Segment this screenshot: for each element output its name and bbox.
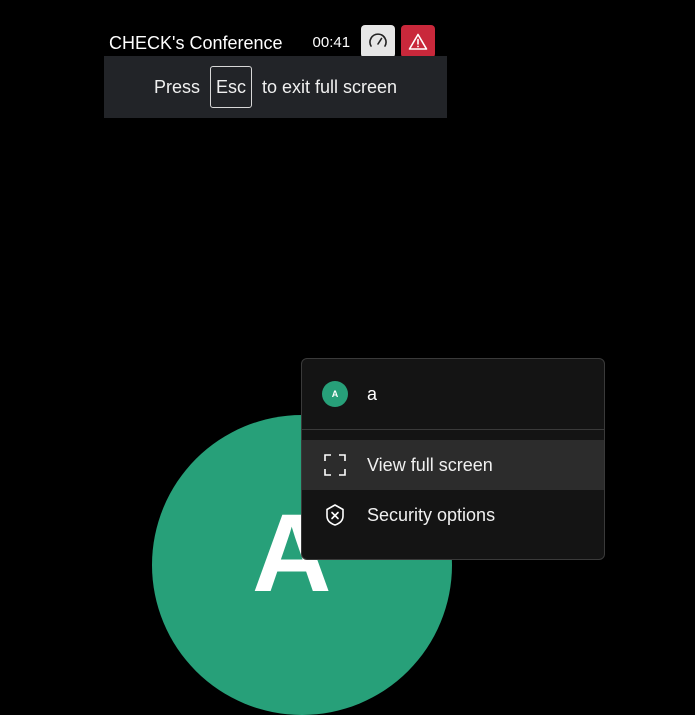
fullscreen-icon <box>322 452 348 478</box>
menu-participant-header: A a <box>302 359 604 430</box>
warning-button[interactable] <box>401 25 435 58</box>
menu-item-label: View full screen <box>367 454 493 475</box>
avatar: A <box>322 381 348 407</box>
warning-icon <box>408 33 428 50</box>
banner-text-exit: to exit full screen <box>261 76 398 97</box>
participant-name: a <box>367 383 378 404</box>
menu-item-label: Security options <box>367 504 496 525</box>
speedometer-icon <box>369 32 387 47</box>
esc-key-hint: Esc <box>209 66 252 108</box>
connection-indicator-button[interactable] <box>361 25 395 58</box>
exit-fullscreen-banner: Press Esc to exit full screen <box>104 56 447 118</box>
view-full-screen-menu-item[interactable]: View full screen <box>302 440 604 490</box>
conference-name: CHECK's Conference <box>109 33 283 53</box>
conference-timer: 00:41 <box>312 34 351 51</box>
shield-icon <box>322 502 348 528</box>
security-options-menu-item[interactable]: Security options <box>302 490 604 540</box>
banner-text-press: Press <box>153 76 200 97</box>
participant-context-menu: A a View full screen Security options <box>301 358 605 560</box>
conference-header: CHECK's Conference 00:41 <box>104 28 350 58</box>
menu-items: View full screen Security options <box>302 430 604 540</box>
